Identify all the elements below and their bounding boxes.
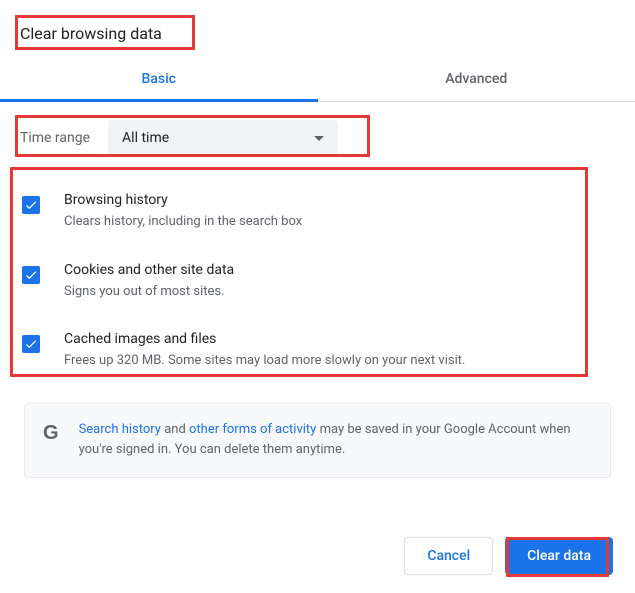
tab-basic[interactable]: Basic — [0, 57, 318, 101]
tab-bar: Basic Advanced — [0, 57, 635, 102]
link-other-activity[interactable]: other forms of activity — [189, 422, 316, 437]
time-range-select[interactable]: All time — [108, 120, 338, 156]
chevron-down-icon — [314, 136, 324, 141]
option-desc: Signs you out of most sites. — [64, 282, 613, 302]
tab-advanced[interactable]: Advanced — [318, 57, 635, 101]
option-cached: Cached images and files Frees up 320 MB.… — [20, 319, 615, 389]
clear-data-button[interactable]: Clear data — [505, 537, 613, 575]
cancel-button[interactable]: Cancel — [404, 537, 493, 575]
option-title: Cookies and other site data — [64, 262, 613, 278]
check-icon — [24, 268, 38, 282]
dialog-footer: Cancel Clear data — [404, 537, 613, 575]
check-icon — [24, 198, 38, 212]
option-desc: Clears history, including in the search … — [64, 212, 613, 232]
option-title: Cached images and files — [64, 331, 613, 347]
option-desc: Frees up 320 MB. Some sites may load mor… — [64, 351, 613, 371]
link-search-history[interactable]: Search history — [79, 422, 161, 437]
info-box: G Search history and other forms of acti… — [24, 403, 611, 479]
checkbox-browsing-history[interactable] — [22, 196, 40, 214]
checkbox-cached[interactable] — [22, 335, 40, 353]
check-icon — [24, 337, 38, 351]
option-title: Browsing history — [64, 192, 613, 208]
option-browsing-history: Browsing history Clears history, includi… — [20, 180, 615, 250]
dialog-title: Clear browsing data — [20, 24, 162, 43]
options-list: Browsing history Clears history, includi… — [20, 168, 615, 397]
option-cookies: Cookies and other site data Signs you ou… — [20, 250, 615, 320]
time-range-label: Time range — [20, 130, 90, 146]
checkbox-cookies[interactable] — [22, 266, 40, 284]
time-range-value: All time — [122, 130, 169, 146]
info-text: Search history and other forms of activi… — [79, 420, 592, 462]
google-icon: G — [43, 422, 59, 445]
